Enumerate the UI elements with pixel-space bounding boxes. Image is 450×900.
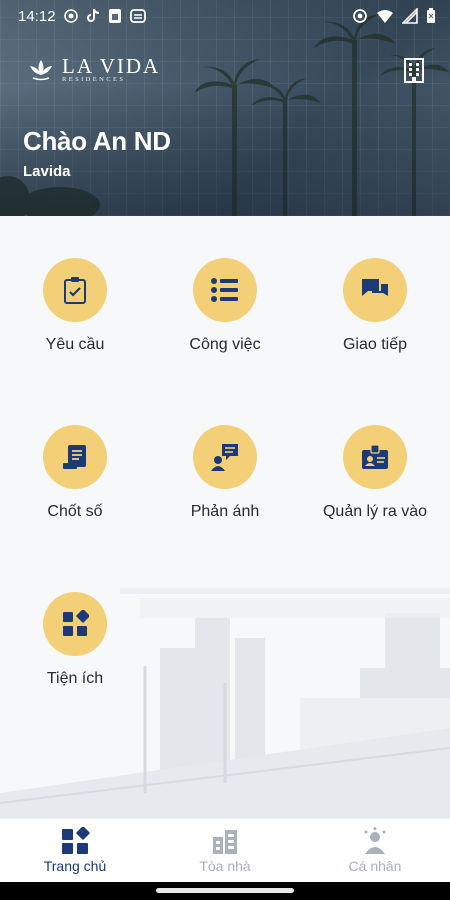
battery-icon bbox=[427, 8, 435, 23]
nav-label: Cá nhân bbox=[348, 858, 402, 874]
id-badge-icon bbox=[362, 444, 388, 469]
menu-item-quan-ly-ra-vao[interactable]: Quản lý ra vào bbox=[300, 425, 450, 535]
wifi-icon bbox=[377, 10, 393, 23]
menu-item-label: Yêu cầu bbox=[45, 336, 105, 353]
nav-label: Tòa nhà bbox=[199, 858, 251, 874]
chat-bubbles-icon bbox=[362, 279, 388, 296]
utilities-grid-icon bbox=[63, 610, 89, 636]
logo-subtext: RESIDENCES bbox=[62, 76, 126, 83]
tiktok-icon bbox=[86, 8, 99, 22]
clipboard-check-icon bbox=[64, 277, 86, 304]
menu-item-yeu-cau[interactable]: Yêu cầu bbox=[0, 258, 150, 368]
lotus-logo-icon bbox=[30, 59, 52, 80]
status-bar: 14:12 bbox=[0, 0, 450, 32]
menu-item-label: Phản ánh bbox=[190, 503, 260, 520]
menu-item-label: Quản lý ra vào bbox=[322, 503, 428, 520]
menu-item-cong-viec[interactable]: Công việc bbox=[150, 258, 300, 368]
header-banner bbox=[0, 0, 450, 216]
menu-item-giao-tiep[interactable]: Giao tiếp bbox=[300, 258, 450, 368]
signal-icon bbox=[402, 8, 418, 24]
eye-icon bbox=[353, 9, 367, 23]
record-icon bbox=[63, 9, 78, 23]
sim-card-icon bbox=[108, 9, 121, 23]
home-grid-icon bbox=[62, 827, 90, 854]
logo-text: LA VIDA bbox=[62, 54, 161, 78]
menu-item-label: Công việc bbox=[189, 336, 261, 353]
cast-icon bbox=[129, 9, 146, 23]
person-icon bbox=[364, 827, 386, 854]
menu-item-label: Chốt số bbox=[47, 503, 103, 520]
building-switch-button[interactable] bbox=[400, 56, 428, 84]
menu-item-label: Giao tiếp bbox=[342, 336, 408, 353]
nav-tab-trang-chu[interactable]: Trang chủ bbox=[0, 819, 150, 882]
building-icon bbox=[404, 58, 424, 83]
nav-tab-ca-nhan[interactable]: Cá nhân bbox=[300, 819, 450, 882]
building-icon bbox=[213, 830, 237, 854]
greeting-title: Chào An ND bbox=[23, 126, 171, 156]
lavida-logo: LA VIDA RESIDENCES bbox=[28, 56, 160, 83]
bottom-navigation: Trang chủ Tòa nhà Cá nhân bbox=[0, 818, 450, 882]
home-gesture-pill[interactable] bbox=[156, 888, 294, 893]
menu-item-label: Tiện ích bbox=[46, 670, 104, 687]
menu-item-phan-anh[interactable]: Phản ánh bbox=[150, 425, 300, 535]
project-name: Lavida bbox=[23, 163, 71, 180]
main-menu-area: Yêu cầu Công việc Giao tiếp Chốt số Phản… bbox=[0, 216, 450, 818]
task-list-icon bbox=[211, 278, 238, 302]
menu-item-tien-ich[interactable]: Tiện ích bbox=[0, 592, 150, 702]
nav-label: Trang chủ bbox=[43, 858, 107, 874]
feedback-person-icon bbox=[211, 444, 238, 471]
meter-bill-icon bbox=[63, 445, 86, 469]
gesture-bar bbox=[0, 882, 450, 900]
menu-item-chot-so[interactable]: Chốt số bbox=[0, 425, 150, 535]
nav-tab-toa-nha[interactable]: Tòa nhà bbox=[150, 819, 300, 882]
status-time: 14:12 bbox=[18, 7, 56, 25]
